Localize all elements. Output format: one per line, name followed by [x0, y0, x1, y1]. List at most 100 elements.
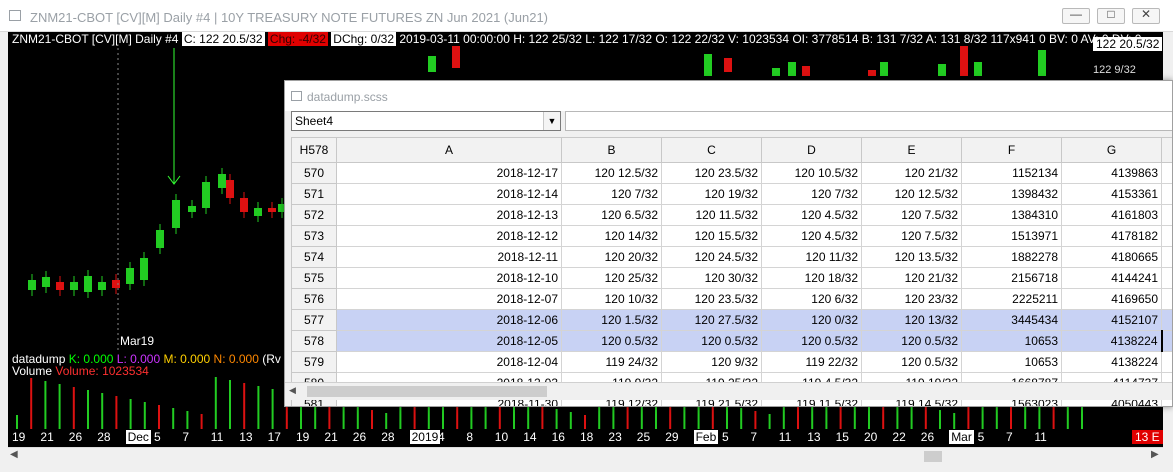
table-cell[interactable]: 120 19/32	[661, 183, 762, 205]
table-cell[interactable]: 120 10.5/32	[761, 162, 862, 184]
table-cell[interactable]: 120 25/32	[561, 267, 662, 289]
column-header-h[interactable]	[1161, 137, 1172, 163]
table-cell[interactable]: 120 12.5/32	[861, 183, 962, 205]
row-header[interactable]: 573	[291, 225, 337, 247]
table-cell[interactable]: 120 0.5/32	[861, 351, 962, 373]
scroll-thumb[interactable]	[307, 386, 547, 397]
table-cell[interactable]: 120 23.5/32	[661, 162, 762, 184]
table-cell[interactable]: 4144241	[1061, 267, 1162, 289]
column-header-d[interactable]: D	[761, 137, 862, 163]
maximize-button[interactable]: □	[1097, 7, 1125, 24]
table-row[interactable]: 578 2018-12-05 120 0.5/32 120 0.5/32 120 0.5…	[291, 330, 1172, 352]
table-cell[interactable]	[1160, 330, 1172, 352]
table-cell[interactable]: 120 7/32	[761, 183, 862, 205]
row-header[interactable]: 572	[291, 204, 337, 226]
column-header-a[interactable]: A	[336, 137, 562, 163]
table-cell[interactable]	[1161, 225, 1172, 247]
table-cell[interactable]: 120 23.5/32	[661, 288, 762, 310]
scroll-left-arrow-icon[interactable]: ◀	[10, 449, 18, 460]
table-cell[interactable]: 4161803	[1061, 204, 1162, 226]
table-cell[interactable]	[1161, 204, 1172, 226]
column-header-g[interactable]: G	[1061, 137, 1162, 163]
table-cell[interactable]: 120 7.5/32	[861, 225, 962, 247]
minimize-button[interactable]: —	[1062, 7, 1090, 24]
table-cell[interactable]: 120 0.5/32	[861, 330, 962, 352]
column-header-c[interactable]: C	[661, 137, 762, 163]
table-row[interactable]: 575 2018-12-10 120 25/32 120 30/32 120 18/32…	[291, 267, 1172, 289]
table-cell[interactable]: 10653	[961, 351, 1062, 373]
table-cell[interactable]: 4152107	[1061, 309, 1162, 331]
table-cell[interactable]: 2018-12-13	[336, 204, 562, 226]
table-cell[interactable]: 1384310	[961, 204, 1062, 226]
table-cell[interactable]: 120 6/32	[761, 288, 862, 310]
table-cell[interactable]: 3445434	[961, 309, 1062, 331]
table-cell[interactable]: 1398432	[961, 183, 1062, 205]
table-cell[interactable]	[1161, 288, 1172, 310]
table-cell[interactable]: 4169650	[1061, 288, 1162, 310]
cell-reference[interactable]: H578	[291, 137, 337, 163]
table-row[interactable]: 572 2018-12-13 120 6.5/32 120 11.5/32 120 4.…	[291, 204, 1172, 226]
table-cell[interactable]: 120 24.5/32	[661, 246, 762, 268]
table-row[interactable]: 573 2018-12-12 120 14/32 120 15.5/32 120 4.5…	[291, 225, 1172, 247]
scroll-right-arrow-icon[interactable]: ▶	[1151, 449, 1159, 460]
row-header[interactable]: 578	[291, 330, 337, 352]
table-cell[interactable]: 120 0.5/32	[661, 330, 762, 352]
table-cell[interactable]: 119 24/32	[561, 351, 662, 373]
table-row[interactable]: 574 2018-12-11 120 20/32 120 24.5/32 120 11/…	[291, 246, 1172, 268]
table-cell[interactable]: 120 11/32	[761, 246, 862, 268]
table-cell[interactable]: 2225211	[961, 288, 1062, 310]
table-cell[interactable]: 120 18/32	[761, 267, 862, 289]
table-cell[interactable]: 120 15.5/32	[661, 225, 762, 247]
table-cell[interactable]: 2018-12-10	[336, 267, 562, 289]
table-cell[interactable]: 4153361	[1061, 183, 1162, 205]
table-cell[interactable]: 2018-12-17	[336, 162, 562, 184]
scroll-thumb[interactable]	[924, 451, 942, 462]
table-row[interactable]: 571 2018-12-14 120 7/32 120 19/32 120 7/32 12…	[291, 183, 1172, 205]
table-row[interactable]: 570 2018-12-17 120 12.5/32 120 23.5/32 120 1…	[291, 162, 1172, 184]
table-cell[interactable]: 120 10/32	[561, 288, 662, 310]
row-header[interactable]: 576	[291, 288, 337, 310]
table-cell[interactable]	[1161, 246, 1172, 268]
column-header-b[interactable]: B	[561, 137, 662, 163]
table-cell[interactable]	[1161, 183, 1172, 205]
table-row[interactable]: 577 2018-12-06 120 1.5/32 120 27.5/32 120 0/…	[291, 309, 1172, 331]
table-cell[interactable]: 120 20/32	[561, 246, 662, 268]
table-cell[interactable]: 120 0.5/32	[761, 330, 862, 352]
table-row[interactable]: 576 2018-12-07 120 10/32 120 23.5/32 120 6/3…	[291, 288, 1172, 310]
spreadsheet-grid[interactable]: H578 A B C D E F G 570 2018-12-17 120 12.5…	[291, 137, 1172, 406]
row-header[interactable]: 575	[291, 267, 337, 289]
table-cell[interactable]: 120 21/32	[861, 267, 962, 289]
row-header[interactable]: 570	[291, 162, 337, 184]
sheet-selector[interactable]: Sheet4 ▼	[291, 111, 561, 131]
table-cell[interactable]: 120 0.5/32	[561, 330, 662, 352]
table-cell[interactable]: 120 23/32	[861, 288, 962, 310]
table-cell[interactable]: 2018-12-04	[336, 351, 562, 373]
row-header[interactable]: 571	[291, 183, 337, 205]
table-cell[interactable]	[1161, 351, 1172, 373]
table-cell[interactable]: 120 0/32	[761, 309, 862, 331]
table-cell[interactable]: 2018-12-11	[336, 246, 562, 268]
formula-bar[interactable]	[565, 111, 1172, 131]
table-cell[interactable]	[1161, 162, 1172, 184]
table-cell[interactable]: 4139863	[1061, 162, 1162, 184]
table-cell[interactable]	[1161, 267, 1172, 289]
datadump-window[interactable]: datadump.scss Sheet4 ▼ H578 A B C D E F …	[284, 80, 1173, 407]
table-cell[interactable]: 1513971	[961, 225, 1062, 247]
table-cell[interactable]: 120 11.5/32	[661, 204, 762, 226]
window-title-bar[interactable]: ZNM21-CBOT [CV][M] Daily #4 | 10Y TREASU…	[0, 0, 1173, 32]
table-cell[interactable]: 120 30/32	[661, 267, 762, 289]
table-cell[interactable]: 4180665	[1061, 246, 1162, 268]
table-cell[interactable]: 4138224	[1061, 330, 1162, 352]
table-cell[interactable]: 2018-12-05	[336, 330, 562, 352]
table-cell[interactable]: 120 7.5/32	[861, 204, 962, 226]
row-header[interactable]: 577	[291, 309, 337, 331]
table-cell[interactable]: 1152134	[961, 162, 1062, 184]
table-cell[interactable]: 120 13.5/32	[861, 246, 962, 268]
table-cell[interactable]: 2018-12-12	[336, 225, 562, 247]
close-button[interactable]: ✕	[1132, 7, 1160, 24]
table-cell[interactable]: 120 9/32	[661, 351, 762, 373]
table-cell[interactable]: 10653	[961, 330, 1062, 352]
table-cell[interactable]: 120 4.5/32	[761, 204, 862, 226]
table-row[interactable]: 579 2018-12-04 119 24/32 120 9/32 119 22/32 1…	[291, 351, 1172, 373]
scroll-left-arrow-icon[interactable]: ◀	[289, 385, 296, 396]
